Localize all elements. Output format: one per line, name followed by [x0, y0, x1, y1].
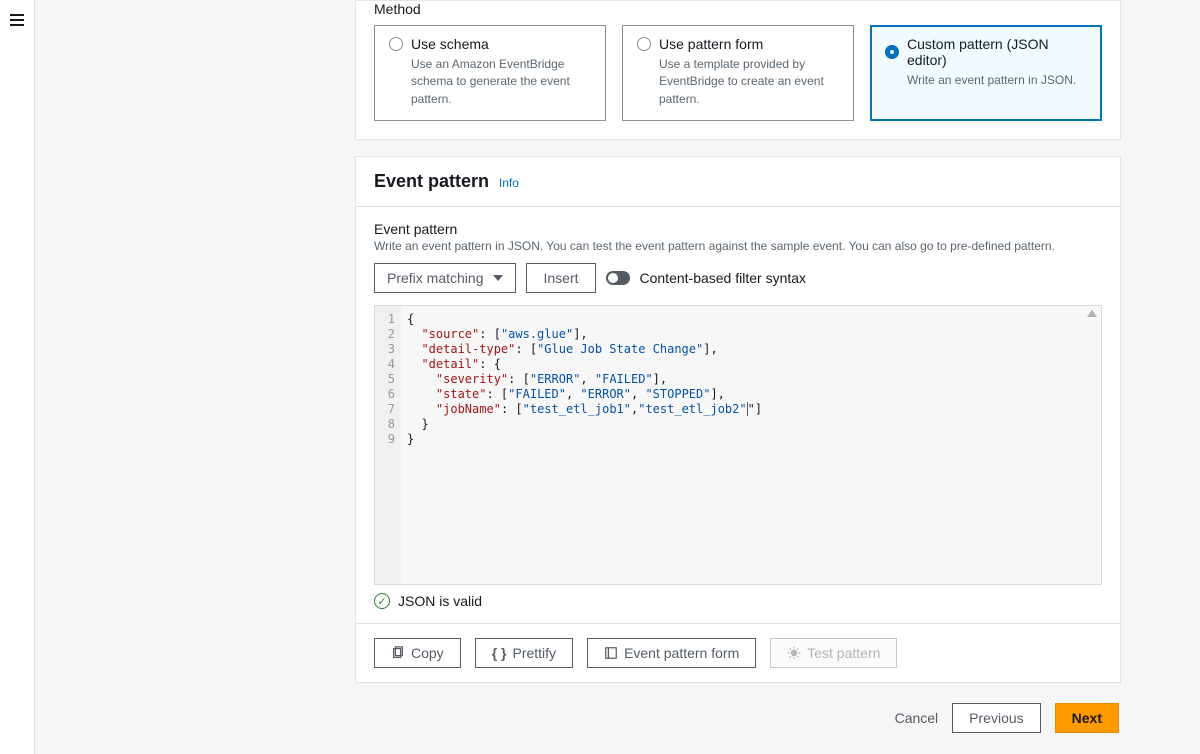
previous-button[interactable]: Previous: [952, 703, 1040, 733]
radio-icon: [389, 37, 403, 51]
menu-icon[interactable]: [10, 14, 24, 26]
pattern-help: Write an event pattern in JSON. You can …: [374, 239, 1102, 253]
copy-button[interactable]: Copy: [374, 638, 461, 668]
match-type-select[interactable]: Prefix matching: [374, 263, 516, 293]
form-icon: [604, 646, 618, 660]
cancel-button[interactable]: Cancel: [895, 710, 939, 726]
gear-icon: [787, 646, 801, 660]
validation-status: ✓ JSON is valid: [374, 593, 1102, 609]
insert-button[interactable]: Insert: [526, 263, 595, 293]
radio-icon: [637, 37, 651, 51]
copy-icon: [391, 646, 405, 660]
method-panel: Method Use schema Use an Amazon EventBri…: [355, 0, 1121, 140]
line-numbers: 1 2 3 4 5 6 7 8 9: [375, 306, 401, 584]
method-heading: Method: [374, 1, 1102, 17]
test-pattern-button: Test pattern: [770, 638, 897, 668]
page-content: Method Use schema Use an Amazon EventBri…: [35, 0, 1200, 754]
braces-icon: { }: [492, 645, 507, 661]
scroll-up-icon[interactable]: [1087, 310, 1097, 317]
method-option-custom[interactable]: Custom pattern (JSON editor) Write an ev…: [870, 25, 1102, 121]
side-nav-rail: [0, 0, 35, 754]
info-link[interactable]: Info: [499, 176, 519, 190]
radio-icon: [885, 45, 899, 59]
prettify-button[interactable]: { } Prettify: [475, 638, 573, 668]
check-circle-icon: ✓: [374, 593, 390, 609]
event-pattern-form-button[interactable]: Event pattern form: [587, 638, 756, 668]
event-pattern-panel: Event pattern Info Event pattern Write a…: [355, 156, 1121, 683]
chevron-down-icon: [493, 275, 503, 281]
next-button[interactable]: Next: [1055, 703, 1119, 733]
wizard-footer: Cancel Previous Next: [355, 683, 1121, 733]
filter-syntax-label: Content-based filter syntax: [640, 270, 807, 286]
method-option-schema[interactable]: Use schema Use an Amazon EventBridge sch…: [374, 25, 606, 121]
json-editor[interactable]: 1 2 3 4 5 6 7 8 9 { "source": ["aws.glue…: [374, 305, 1102, 585]
filter-syntax-toggle[interactable]: [606, 271, 630, 285]
panel-title: Event pattern: [374, 171, 489, 191]
method-option-form[interactable]: Use pattern form Use a template provided…: [622, 25, 854, 121]
pattern-label: Event pattern: [374, 221, 1102, 237]
code-content[interactable]: { "source": ["aws.glue"], "detail-type":…: [375, 306, 1101, 453]
